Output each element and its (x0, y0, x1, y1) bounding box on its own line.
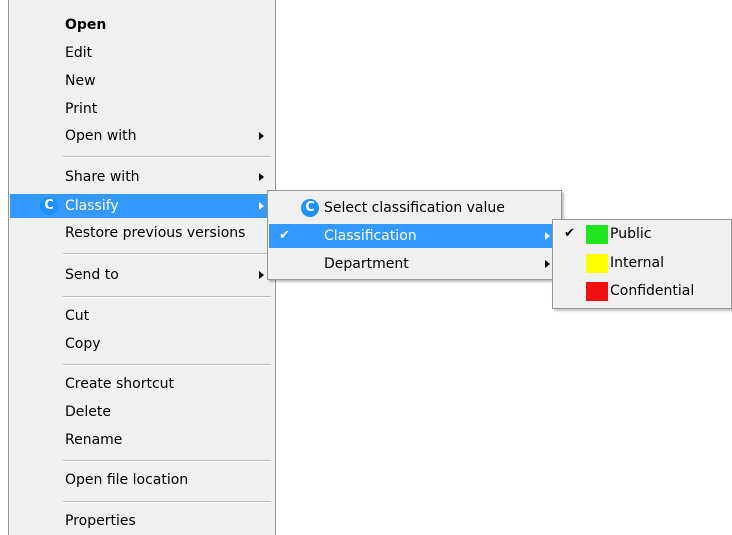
menu-item-select-classification-value[interactable]: C Select classification value (269, 196, 560, 220)
menu-item-copy[interactable]: Copy (10, 332, 274, 356)
menu-separator (63, 364, 271, 366)
menu-item-properties[interactable]: Properties (10, 509, 274, 533)
menu-item-create-shortcut[interactable]: Create shortcut (10, 372, 274, 396)
menu-item-properties-label: Properties (65, 513, 136, 529)
menu-item-cut-label: Cut (65, 308, 90, 324)
menu-item-new-label: New (65, 73, 96, 89)
classify-icon: C (301, 199, 319, 217)
menu-separator (63, 156, 271, 158)
submenu-arrow-icon (259, 271, 264, 279)
internal-label: Internal (610, 255, 664, 271)
public-label: Public (610, 226, 652, 242)
menu-item-create-shortcut-label: Create shortcut (65, 376, 175, 392)
menu-item-classification[interactable]: ✔ Classification (269, 224, 560, 248)
submenu-arrow-icon (259, 132, 264, 140)
menu-item-open-file-location[interactable]: Open file location (10, 468, 274, 492)
menu-item-share-with-label: Share with (65, 169, 140, 185)
desktop-context: Open Edit New Print Open with Share with… (0, 0, 732, 535)
menu-item-send-to-label: Send to (65, 267, 119, 283)
classify-submenu: C Select classification value ✔ Classifi… (267, 190, 562, 280)
menu-separator (63, 460, 271, 462)
department-label: Department (324, 256, 409, 272)
menu-item-open-label: Open (65, 17, 107, 33)
menu-item-edit-label: Edit (65, 45, 93, 61)
menu-separator (63, 253, 271, 255)
menu-item-restore-label: Restore previous versions (65, 225, 246, 241)
checkmark-icon: ✔ (564, 226, 575, 241)
menu-item-open-with-label: Open with (65, 128, 137, 144)
menu-item-rename-label: Rename (65, 432, 123, 448)
menu-item-open-with[interactable]: Open with (10, 124, 274, 148)
menu-item-rename[interactable]: Rename (10, 428, 274, 452)
menu-item-confidential[interactable]: Confidential (554, 279, 730, 303)
menu-item-public[interactable]: ✔ Public (554, 222, 730, 246)
menu-item-new[interactable]: New (10, 69, 274, 93)
confidential-color-swatch (586, 282, 608, 301)
menu-item-print-label: Print (65, 101, 98, 117)
menu-item-delete[interactable]: Delete (10, 400, 274, 424)
menu-item-restore-previous-versions[interactable]: Restore previous versions (10, 221, 274, 245)
menu-item-internal[interactable]: Internal (554, 251, 730, 275)
checkmark-icon: ✔ (279, 228, 290, 243)
menu-item-open-file-location-label: Open file location (65, 472, 189, 488)
menu-item-edit[interactable]: Edit (10, 41, 274, 65)
select-classification-value-label: Select classification value (324, 200, 505, 216)
public-color-swatch (586, 225, 608, 244)
menu-item-delete-label: Delete (65, 404, 111, 420)
submenu-arrow-icon (545, 260, 550, 268)
menu-item-copy-label: Copy (65, 336, 101, 352)
submenu-arrow-icon (545, 232, 550, 240)
classification-values-submenu: ✔ Public Internal Confidential (552, 219, 732, 309)
menu-item-share-with[interactable]: Share with (10, 165, 274, 189)
menu-item-open[interactable]: Open (10, 13, 274, 37)
submenu-arrow-icon (259, 173, 264, 181)
context-menu: Open Edit New Print Open with Share with… (8, 0, 276, 535)
menu-separator (63, 501, 271, 503)
menu-item-cut[interactable]: Cut (10, 304, 274, 328)
menu-item-classify[interactable]: C Classify (10, 194, 274, 218)
menu-separator (63, 296, 271, 298)
classification-label: Classification (324, 228, 417, 244)
menu-item-print[interactable]: Print (10, 97, 274, 121)
classify-icon: C (40, 197, 58, 215)
menu-item-send-to[interactable]: Send to (10, 263, 274, 287)
menu-item-department[interactable]: Department (269, 252, 560, 276)
menu-item-classify-label: Classify (65, 198, 119, 214)
confidential-label: Confidential (610, 283, 695, 299)
internal-color-swatch (586, 254, 608, 273)
submenu-arrow-icon (259, 202, 264, 210)
